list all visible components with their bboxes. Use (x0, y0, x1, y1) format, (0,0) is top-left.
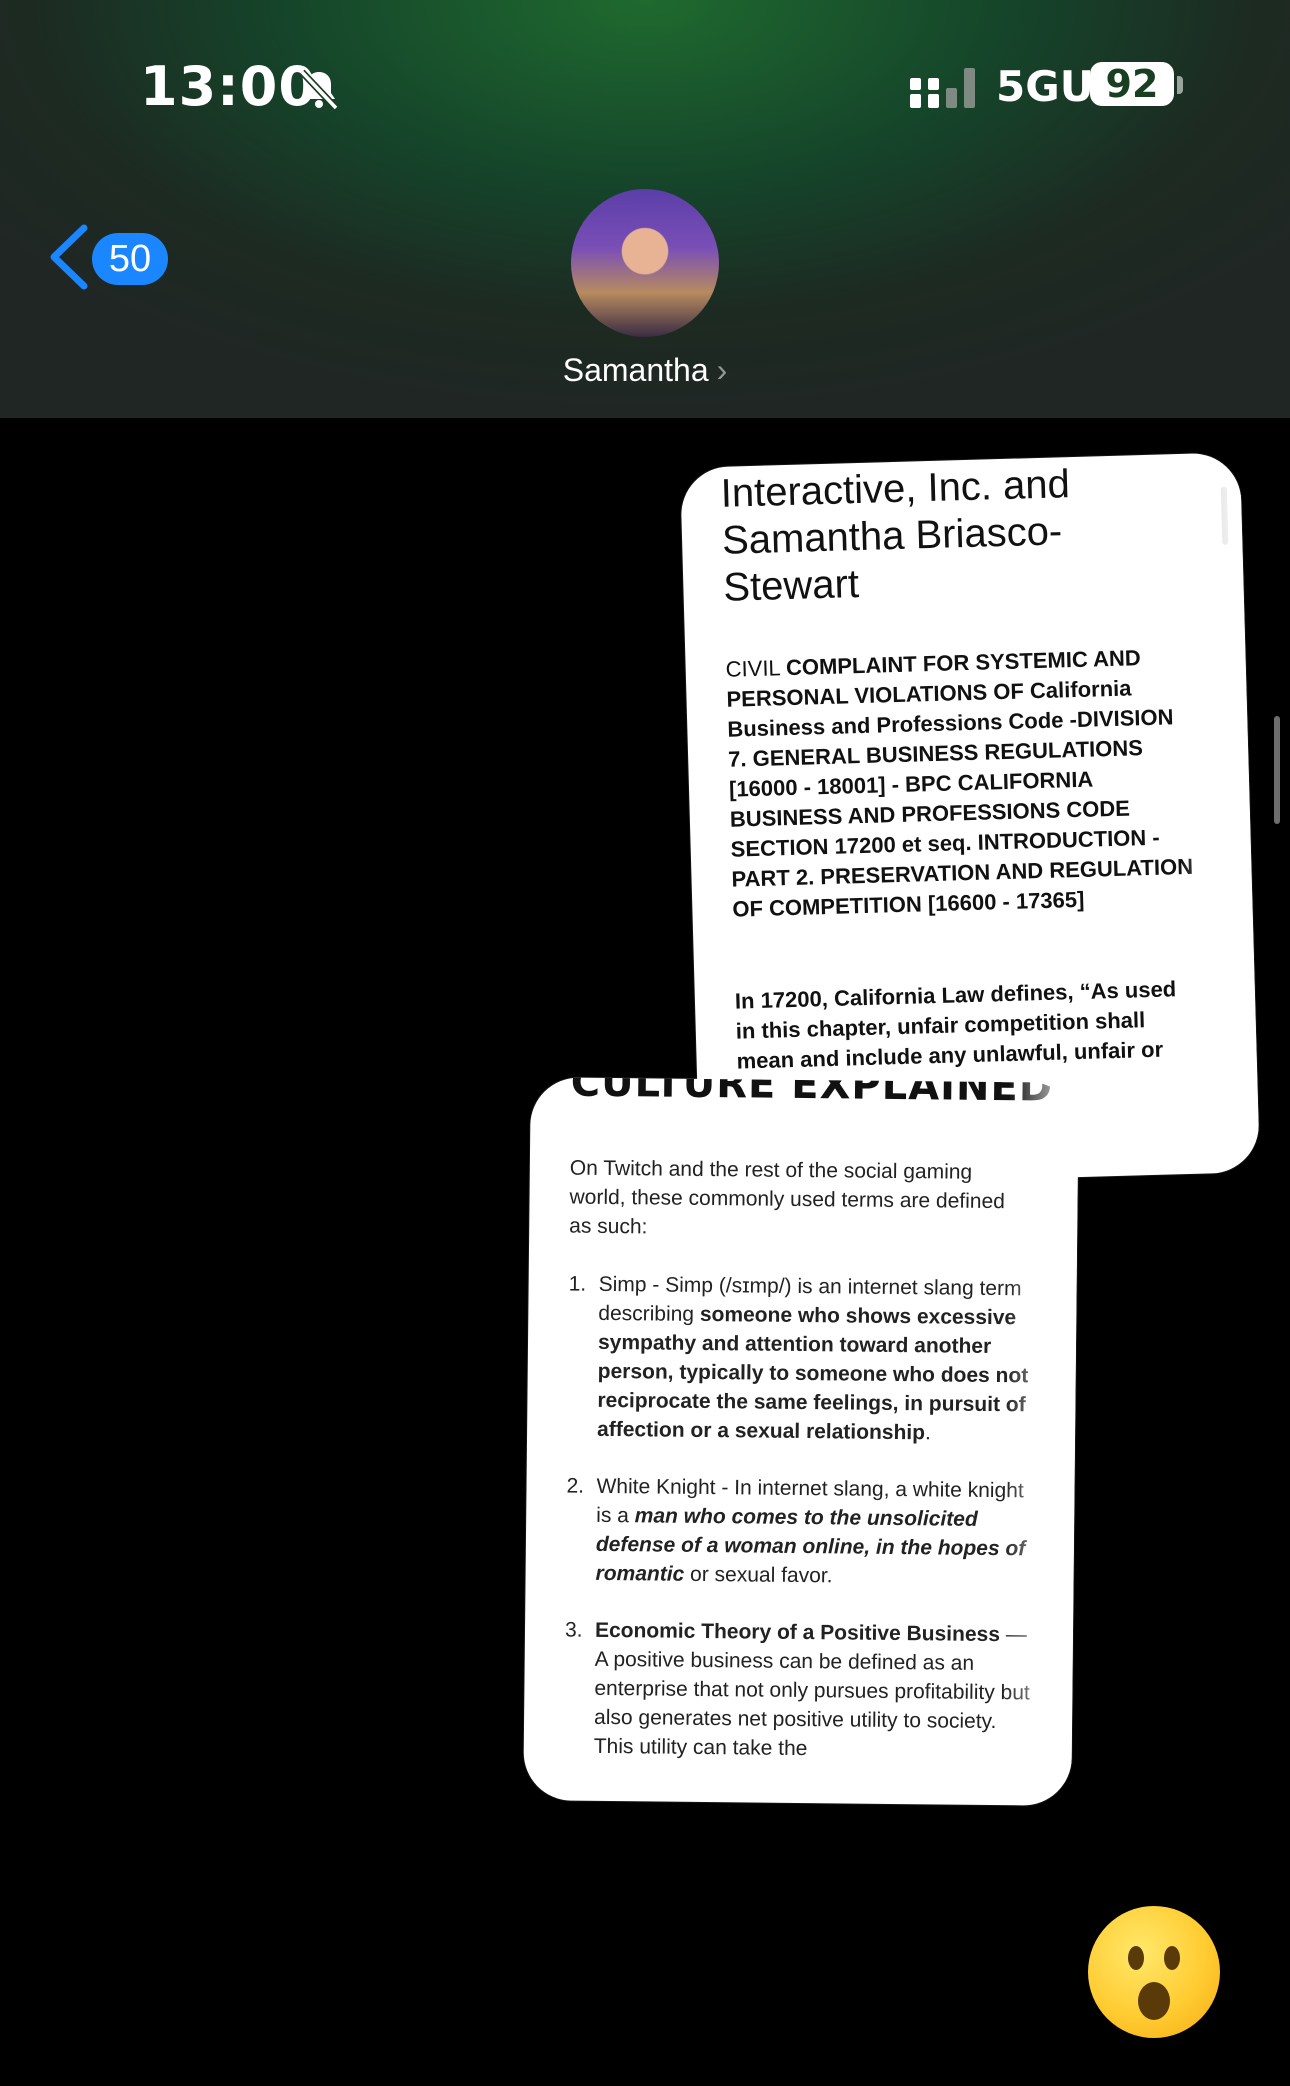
list-number: 3. (564, 1618, 583, 1642)
complaint-text: CIVIL COMPLAINT FOR SYSTEMIC AND PERSONA… (725, 642, 1202, 925)
emoji-eye (1128, 1946, 1144, 1970)
list-item: 1. Simp - Simp (/sɪmp/) is an internet s… (567, 1270, 1039, 1449)
contact-name-text[interactable]: Samantha (563, 352, 709, 388)
chevron-right-icon: › (716, 352, 728, 388)
battery-icon: 92 (1090, 62, 1174, 106)
culture-heading: CULTURE EXPLAINED (570, 1077, 1054, 1111)
emoji-eye (1164, 1946, 1180, 1970)
battery-cap (1177, 76, 1183, 94)
list-item: 3. Economic Theory of a Positive Busines… (564, 1616, 1035, 1766)
civil-prefix: CIVIL (725, 655, 787, 682)
contact-avatar[interactable] (571, 189, 719, 337)
item-bold: Economic Theory of a Positive Business (594, 1618, 1001, 1647)
culture-intro: On Twitch and the rest of the social gam… (569, 1156, 1006, 1239)
fade-overlay (1001, 1082, 1079, 1806)
document-title: Interactive, Inc. and Samantha Briasco-S… (720, 462, 1071, 610)
complaint-bold: COMPLAINT FOR SYSTEMIC AND PERSONAL VIOL… (726, 645, 1194, 922)
item-tail: . (924, 1421, 931, 1445)
law-paragraph: In 17200, California Law defines, “As us… (734, 976, 1177, 1074)
list-number: 2. (566, 1474, 585, 1498)
emoji-mouth (1138, 1982, 1170, 2020)
back-chevron-icon[interactable] (46, 222, 90, 292)
list-number: 1. (568, 1272, 587, 1296)
contact-name[interactable]: Samantha › (0, 352, 1290, 389)
document-sticker-culture[interactable]: CULTURE EXPLAINED On Twitch and the rest… (523, 1077, 1079, 1806)
terms-list: 1. Simp - Simp (/sɪmp/) is an internet s… (563, 1270, 1038, 1794)
status-time: 13:00 (140, 55, 317, 118)
scrollbar[interactable] (1274, 716, 1280, 824)
conversation-header: 13:00 5GUC 92 50 Samantha › (0, 0, 1290, 418)
signal-icon (910, 68, 975, 108)
item-tail: or sexual favor. (684, 1562, 833, 1588)
fade-overlay (1169, 452, 1260, 1174)
list-item: 2. White Knight - In internet slang, a w… (565, 1472, 1036, 1593)
unread-count-badge[interactable]: 50 (92, 233, 168, 285)
document-sticker-complaint[interactable]: Interactive, Inc. and Samantha Briasco-S… (680, 452, 1260, 1188)
bell-slash-icon (299, 69, 339, 111)
astonished-face-emoji[interactable] (1088, 1906, 1220, 2038)
